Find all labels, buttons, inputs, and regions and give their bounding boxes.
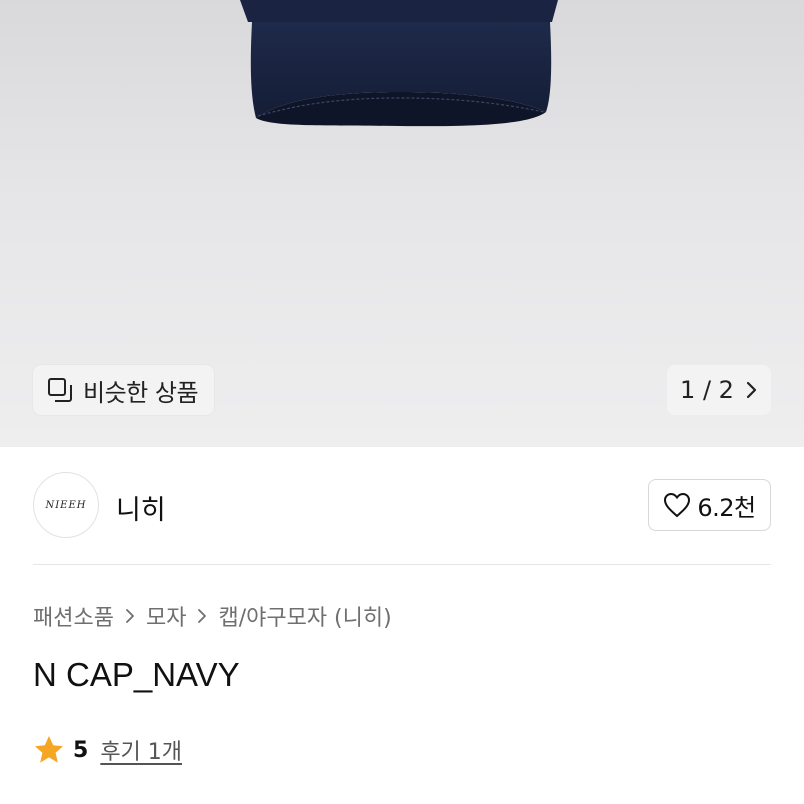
like-button[interactable]: 6.2천: [648, 479, 771, 531]
chevron-right-icon: [198, 609, 207, 623]
seller-row: NIEEH 니히 6.2천: [0, 470, 804, 540]
breadcrumb: 패션소품 모자 캡/야구모자 (니히): [33, 600, 392, 632]
image-pager-button[interactable]: 1 / 2: [667, 365, 771, 415]
reviews-link[interactable]: 후기 1개: [100, 734, 182, 766]
similar-products-label: 비슷한 상품: [83, 378, 199, 407]
like-count: 6.2천: [697, 493, 756, 522]
similar-products-button[interactable]: 비슷한 상품: [33, 365, 215, 415]
seller-name[interactable]: 니히: [116, 488, 166, 527]
product-title: N CAP_NAVY: [33, 656, 240, 693]
divider: [33, 564, 771, 565]
chevron-right-icon: [126, 609, 134, 623]
seller-logo[interactable]: NIEEH: [33, 472, 99, 538]
product-image-gallery[interactable]: 비슷한 상품 1 / 2: [0, 0, 804, 447]
seller-logo-text: NIEEH: [45, 499, 87, 511]
rating-row: 5 후기 1개: [33, 734, 182, 766]
heart-icon: [664, 492, 691, 518]
breadcrumb-item-caps[interactable]: 캡/야구모자 (니히): [218, 600, 391, 632]
breadcrumb-item-hats[interactable]: 모자: [146, 600, 186, 632]
star-icon: [35, 736, 63, 763]
image-pager-label: 1 / 2: [680, 376, 734, 404]
rating-score: 5: [73, 737, 89, 763]
chevron-right-icon: [746, 381, 757, 399]
breadcrumb-item-fashion-accessories[interactable]: 패션소품: [33, 600, 114, 632]
similar-items-icon: [48, 378, 72, 402]
